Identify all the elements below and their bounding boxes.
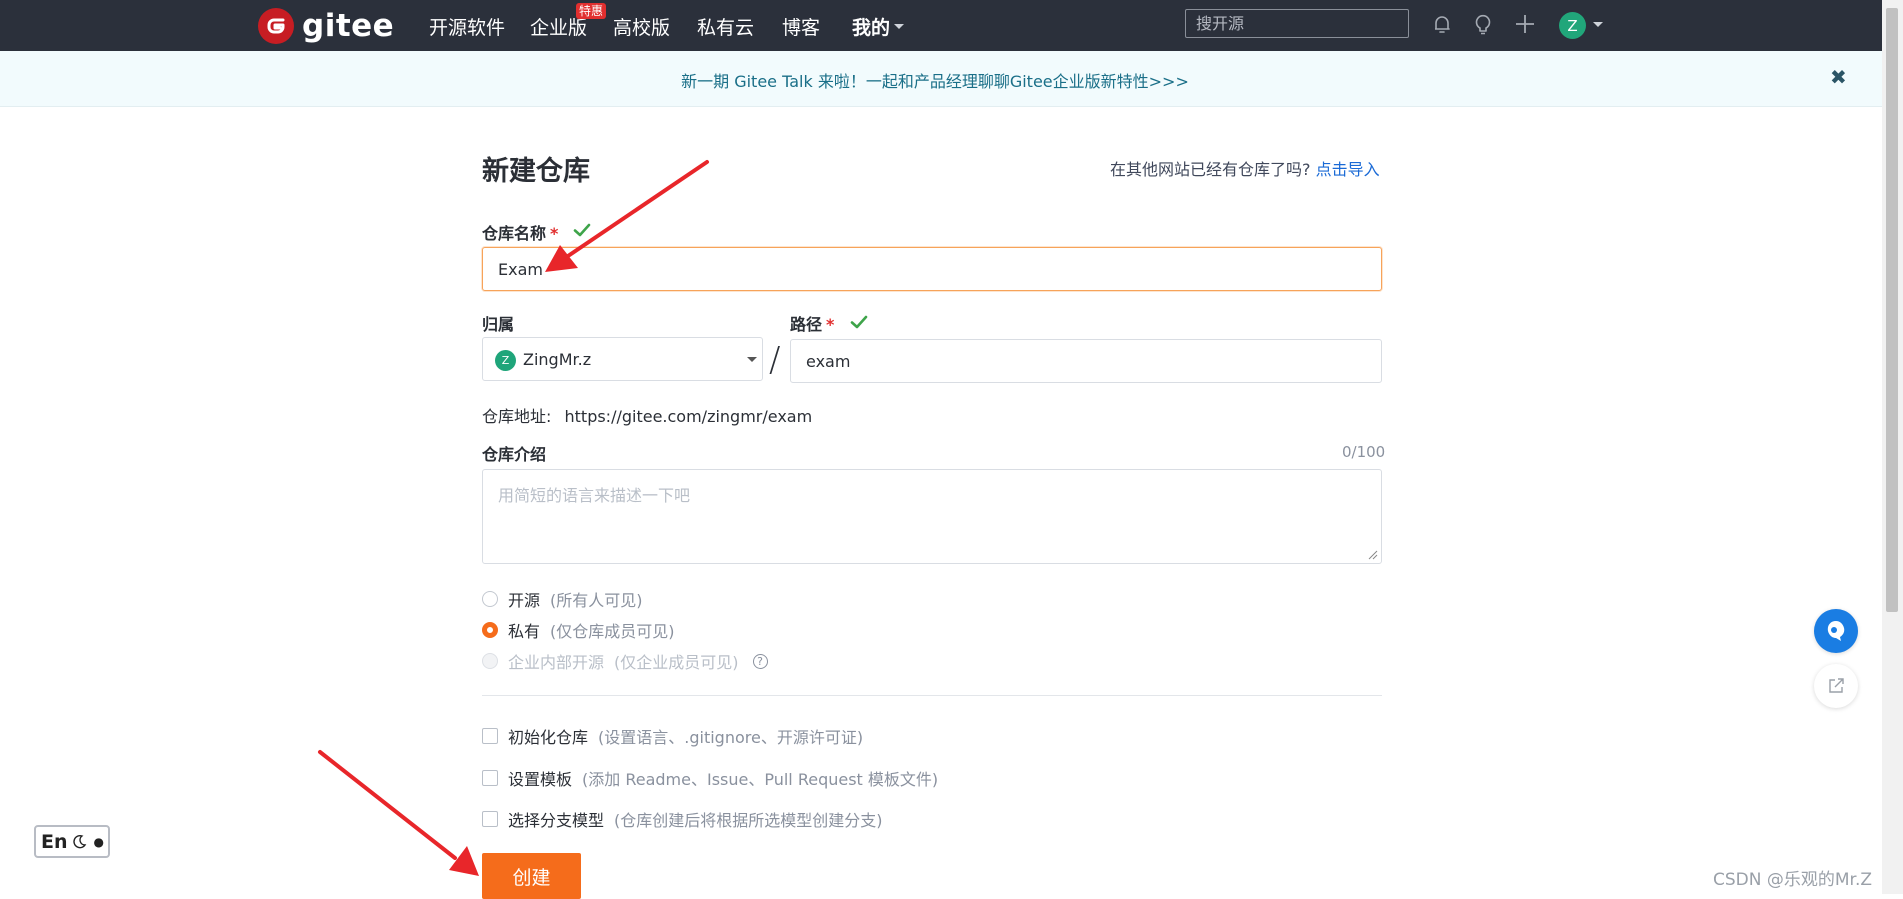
promo-badge: 特惠 <box>576 3 607 19</box>
path-label-text: 路径 <box>790 315 823 334</box>
nav-mine-label: 我的 <box>852 17 891 39</box>
logo-text: gitee <box>302 8 395 44</box>
nav-item-blog[interactable]: 博客 <box>782 13 820 40</box>
annotation-arrows <box>318 160 709 876</box>
radio-button-disabled <box>482 653 498 669</box>
repo-name-input[interactable] <box>482 247 1382 291</box>
owner-avatar: Z <box>495 350 516 371</box>
owner-name: ZingMr.z <box>523 350 592 369</box>
import-hint-text: 在其他网站已经有仓库了吗? <box>1110 160 1311 179</box>
checkbox[interactable] <box>482 728 498 744</box>
radio-button-checked[interactable] <box>482 622 498 638</box>
radio-public[interactable]: 开源 (所有人可见) <box>482 587 643 611</box>
checkbox-sublabel: (添加 Readme、Issue、Pull Request 模板文件) <box>582 770 939 789</box>
checkbox-label: 初始化仓库 <box>508 728 589 747</box>
avatar-chevron-down-icon[interactable] <box>1593 22 1603 27</box>
bell-icon[interactable] <box>1430 12 1454 36</box>
intro-char-counter: 0/100 <box>1342 443 1386 461</box>
help-icon[interactable]: ? <box>752 653 768 669</box>
radio-sublabel: (仅企业成员可见) <box>614 653 739 672</box>
search-input[interactable] <box>1185 9 1409 38</box>
checkbox-sublabel: (设置语言、.gitignore、开源许可证) <box>598 728 864 747</box>
required-mark: * <box>550 224 559 243</box>
checkbox-branch-model[interactable]: 选择分支模型 (仓库创建后将根据所选模型创建分支) <box>482 807 883 831</box>
path-separator: / <box>769 340 781 380</box>
check-icon <box>850 315 868 329</box>
nav-item-private-cloud[interactable]: 私有云 <box>697 13 754 40</box>
radio-label: 企业内部开源 <box>508 653 605 672</box>
checkbox[interactable] <box>482 811 498 827</box>
banner-link[interactable]: 新一期 Gitee Talk 来啦！一起和产品经理聊聊Gitee企业版新特性>>… <box>0 68 1870 92</box>
page-title: 新建仓库 <box>482 156 590 187</box>
chevron-down-icon <box>894 24 905 29</box>
nav-item-mine[interactable]: 我的 <box>852 13 905 40</box>
repo-name-label-text: 仓库名称 <box>482 224 547 243</box>
gitee-logo-icon <box>258 8 294 44</box>
repo-name-label: 仓库名称 * <box>482 220 558 244</box>
plus-icon[interactable] <box>1513 12 1537 36</box>
top-navbar: gitee 开源软件 企业版 特惠 高校版 私有云 博客 我的 Z <box>0 0 1882 51</box>
checkbox-label: 设置模板 <box>508 770 573 789</box>
nav-item-education[interactable]: 高校版 <box>613 13 670 40</box>
repo-address: 仓库地址: https://gitee.com/zingmr/exam <box>482 403 812 427</box>
checkbox[interactable] <box>482 770 498 786</box>
share-icon <box>1829 678 1844 693</box>
divider <box>482 695 1382 696</box>
chat-widget-button[interactable] <box>1814 609 1858 653</box>
chevron-down-icon <box>747 357 757 362</box>
close-icon[interactable]: ✖ <box>1830 65 1847 89</box>
radio-sublabel: (所有人可见) <box>550 591 643 610</box>
radio-label: 私有 <box>508 622 541 641</box>
radio-private[interactable]: 私有 (仅仓库成员可见) <box>482 618 675 642</box>
checkbox-init-repo[interactable]: 初始化仓库 (设置语言、.gitignore、开源许可证) <box>482 724 863 748</box>
checkbox-sublabel: (仓库创建后将根据所选模型创建分支) <box>614 811 883 830</box>
radio-button[interactable] <box>482 591 498 607</box>
annotation-arrow-create <box>318 750 479 876</box>
radio-enterprise-internal: 企业内部开源 (仅企业成员可见) ? <box>482 649 768 673</box>
lightbulb-icon[interactable] <box>1471 12 1495 36</box>
owner-select[interactable]: Z ZingMr.z <box>482 337 763 381</box>
chat-icon <box>1827 621 1845 641</box>
ime-toolbar[interactable]: En ● <box>34 825 110 858</box>
share-widget-button[interactable] <box>1814 664 1858 708</box>
intro-textarea[interactable] <box>482 469 1382 564</box>
check-icon <box>573 223 591 237</box>
repo-address-label: 仓库地址: <box>482 407 552 426</box>
moon-icon <box>72 834 86 848</box>
path-label: 路径 * <box>790 311 834 335</box>
owner-label: 归属 <box>482 315 515 334</box>
resize-grip-icon[interactable] <box>1368 550 1378 560</box>
checkbox-label: 选择分支模型 <box>508 811 605 830</box>
required-mark: * <box>826 315 835 334</box>
announcement-banner: 新一期 Gitee Talk 来啦！一起和产品经理聊聊Gitee企业版新特性>>… <box>0 51 1882 107</box>
watermark: CSDN @乐观的Mr.Z <box>1713 870 1873 890</box>
radio-label: 开源 <box>508 591 541 610</box>
intro-label: 仓库介绍 <box>482 445 547 464</box>
import-link[interactable]: 点击导入 <box>1316 160 1380 179</box>
checkbox-template[interactable]: 设置模板 (添加 Readme、Issue、Pull Request 模板文件) <box>482 766 938 790</box>
user-avatar[interactable]: Z <box>1559 12 1586 39</box>
scrollbar-thumb[interactable] <box>1886 8 1898 612</box>
import-hint: 在其他网站已经有仓库了吗? 点击导入 <box>1110 156 1380 180</box>
create-button[interactable]: 创建 <box>482 853 581 899</box>
path-input[interactable] <box>790 339 1382 383</box>
gitee-logo[interactable]: gitee <box>258 8 394 44</box>
nav-item-open-source[interactable]: 开源软件 <box>429 13 505 40</box>
repo-address-value: https://gitee.com/zingmr/exam <box>564 407 813 426</box>
radio-sublabel: (仅仓库成员可见) <box>550 622 675 641</box>
dot-icon: ● <box>93 834 104 849</box>
ime-language: En <box>41 830 68 853</box>
